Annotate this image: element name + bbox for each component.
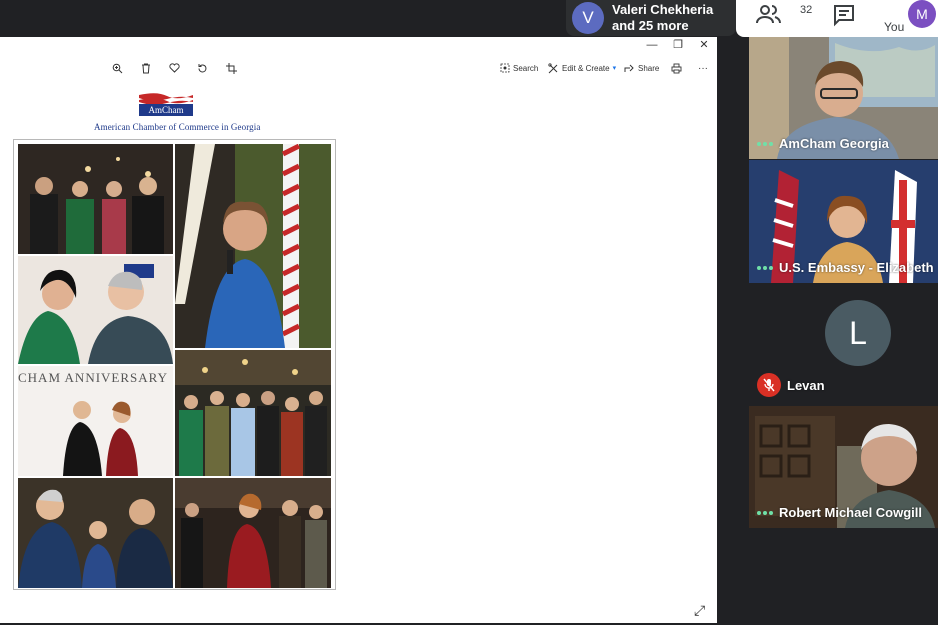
event-photo-speaker: [175, 144, 331, 348]
group-photo-image: [18, 144, 173, 254]
zoom-icon: [112, 63, 123, 73]
event-photo-anniversary-banner: CHAM ANNIVERSARY: [18, 366, 173, 476]
favorite-button[interactable]: [169, 60, 180, 76]
chat-button[interactable]: [832, 3, 862, 33]
print-icon: [671, 63, 682, 73]
edit-create-button[interactable]: Edit & Create ▾: [548, 60, 616, 76]
meet-top-bar: V Valeri Chekheria and 25 more 32 M You: [0, 0, 938, 37]
participant-tile[interactable]: U.S. Embassy - Elizabeth: [749, 160, 938, 283]
participant-tiles: AmCham Georgia U.S. Embassy - Elizabeth: [749, 37, 938, 623]
close-icon[interactable]: ✕: [696, 38, 712, 52]
speaking-indicator-icon: [757, 265, 773, 270]
speaker-photo-image: [175, 144, 331, 348]
fullscreen-icon[interactable]: ⤢: [694, 602, 710, 618]
crop-icon: [226, 62, 237, 74]
screen: V Valeri Chekheria and 25 more 32 M You …: [0, 0, 938, 625]
participant-tile[interactable]: Robert Michael Cowgill: [749, 406, 938, 528]
participant-label: Robert Michael Cowgill: [757, 505, 922, 520]
edit-label: Edit & Create: [562, 63, 610, 73]
people-count: 32: [800, 4, 813, 16]
handshake-photo-image: [18, 478, 173, 588]
event-photo-conversation: [18, 256, 173, 364]
participant-tile[interactable]: L Levan: [749, 284, 938, 405]
minimize-icon[interactable]: —: [644, 38, 660, 52]
restore-icon[interactable]: ❐: [670, 38, 686, 52]
heart-icon: [169, 63, 180, 73]
event-photo-reception: [175, 350, 331, 476]
rotate-icon: [198, 63, 207, 72]
speaker-avatar: V: [572, 2, 604, 34]
chat-icon: [834, 5, 854, 27]
banner-photo-image: CHAM ANNIVERSARY: [18, 366, 173, 476]
share-label: Share: [638, 63, 660, 73]
self-avatar[interactable]: M: [908, 0, 936, 28]
chevron-down-icon: ▾: [612, 65, 617, 72]
people-icon: [756, 5, 781, 24]
print-button[interactable]: [671, 60, 682, 76]
mic-off-icon: [757, 373, 781, 397]
photo-collage: CHAM ANNIVERSARY: [13, 139, 336, 590]
photos-window: — ❐ ✕ Search Edit & Create ▾ Share ··· A…: [0, 37, 717, 623]
search-label: Search: [513, 63, 539, 73]
amcham-logo: AmCham: [139, 93, 193, 116]
participant-name: Levan: [787, 377, 825, 393]
participant-name: U.S. Embassy - Elizabeth: [779, 260, 934, 275]
speaker-name: Valeri Chekheria: [612, 2, 714, 17]
participant-avatar: L: [825, 300, 891, 366]
participant-label: U.S. Embassy - Elizabeth: [757, 260, 934, 275]
participant-name: Robert Michael Cowgill: [779, 505, 923, 520]
logo-text: AmCham: [149, 105, 184, 115]
speaking-indicator-icon: [757, 141, 773, 146]
zoom-button[interactable]: [112, 60, 123, 76]
photos-toolbar: Search Edit & Create ▾ Share ···: [0, 57, 717, 79]
reception-photo-image: [175, 350, 331, 476]
meet-controls: 32 M You: [736, 0, 938, 37]
crop-button[interactable]: [226, 60, 237, 76]
speaker-more: and 25 more: [612, 18, 689, 33]
search-icon: [500, 63, 510, 73]
speaking-indicator-icon: [757, 510, 773, 515]
participant-tile[interactable]: AmCham Georgia: [749, 37, 938, 159]
rotate-button[interactable]: [197, 60, 208, 76]
active-speaker-chip[interactable]: V Valeri Chekheria and 25 more: [566, 0, 736, 36]
dancing-photo-image: [175, 478, 331, 588]
search-button[interactable]: Search: [500, 60, 538, 76]
share-icon: [624, 64, 634, 72]
trash-icon: [142, 63, 150, 73]
edit-icon: [548, 62, 558, 73]
event-photo-group: [18, 144, 173, 254]
banner-text: CHAM ANNIVERSARY: [18, 370, 168, 385]
participant-label: AmCham Georgia: [757, 136, 889, 151]
more-options-icon[interactable]: ···: [698, 60, 708, 76]
share-button[interactable]: Share: [624, 60, 659, 76]
event-photo-dancing: [175, 478, 331, 588]
speaker-names: Valeri Chekheria and 25 more: [612, 2, 713, 34]
organization-name: American Chamber of Commerce in Georgia: [94, 122, 261, 132]
self-label: You: [884, 20, 905, 34]
event-photo-handshake: [18, 478, 173, 588]
window-titlebar: — ❐ ✕: [0, 37, 717, 53]
participant-label: Levan: [757, 373, 825, 397]
people-button[interactable]: 32: [756, 3, 812, 33]
conversation-photo-image: [18, 256, 173, 364]
delete-button[interactable]: [141, 60, 151, 76]
participant-name: AmCham Georgia: [779, 136, 889, 151]
